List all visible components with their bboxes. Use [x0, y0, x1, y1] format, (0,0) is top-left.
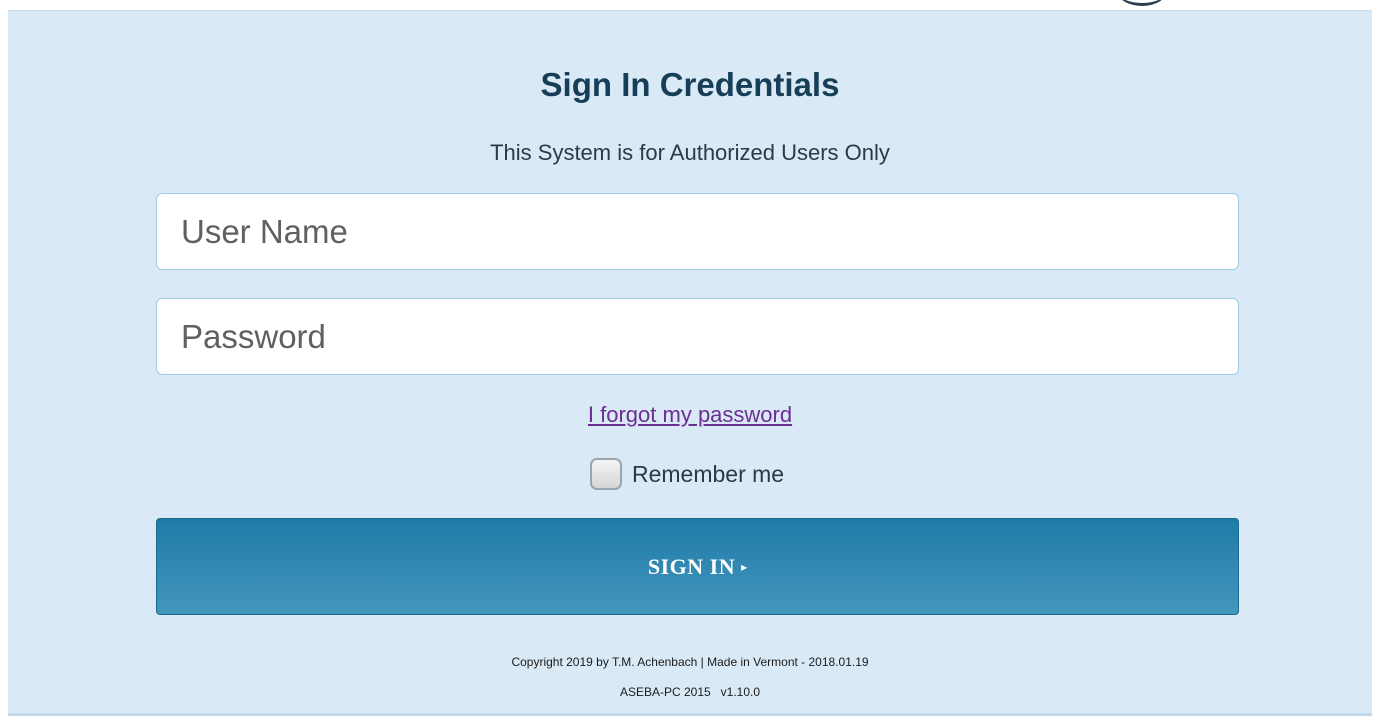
version-text: ASEBA-PC 2015 v1.10.0	[619, 685, 761, 699]
remember-me-checkbox[interactable]	[590, 458, 622, 490]
authorized-users-notice: This System is for Authorized Users Only	[490, 140, 890, 165]
page-title: Sign In Credentials	[540, 66, 840, 103]
top-decorative-arc	[1118, 0, 1166, 6]
remember-me-row: Remember me	[590, 455, 784, 493]
copyright-text: Copyright 2019 by T.M. Achenbach | Made …	[511, 655, 869, 669]
sign-in-panel: Sign In Credentials This System is for A…	[8, 10, 1372, 716]
username-input[interactable]	[156, 193, 1239, 270]
sign-in-label: SIGN IN	[647, 553, 736, 579]
password-input[interactable]	[156, 298, 1239, 375]
remember-me-label[interactable]: Remember me	[632, 461, 784, 488]
forgot-password-row: I forgot my password	[8, 400, 1372, 430]
sign-in-button[interactable]: SIGN IN ▸	[156, 518, 1239, 615]
forgot-password-link[interactable]: I forgot my password	[588, 402, 792, 427]
play-arrow-icon: ▸	[741, 559, 748, 574]
